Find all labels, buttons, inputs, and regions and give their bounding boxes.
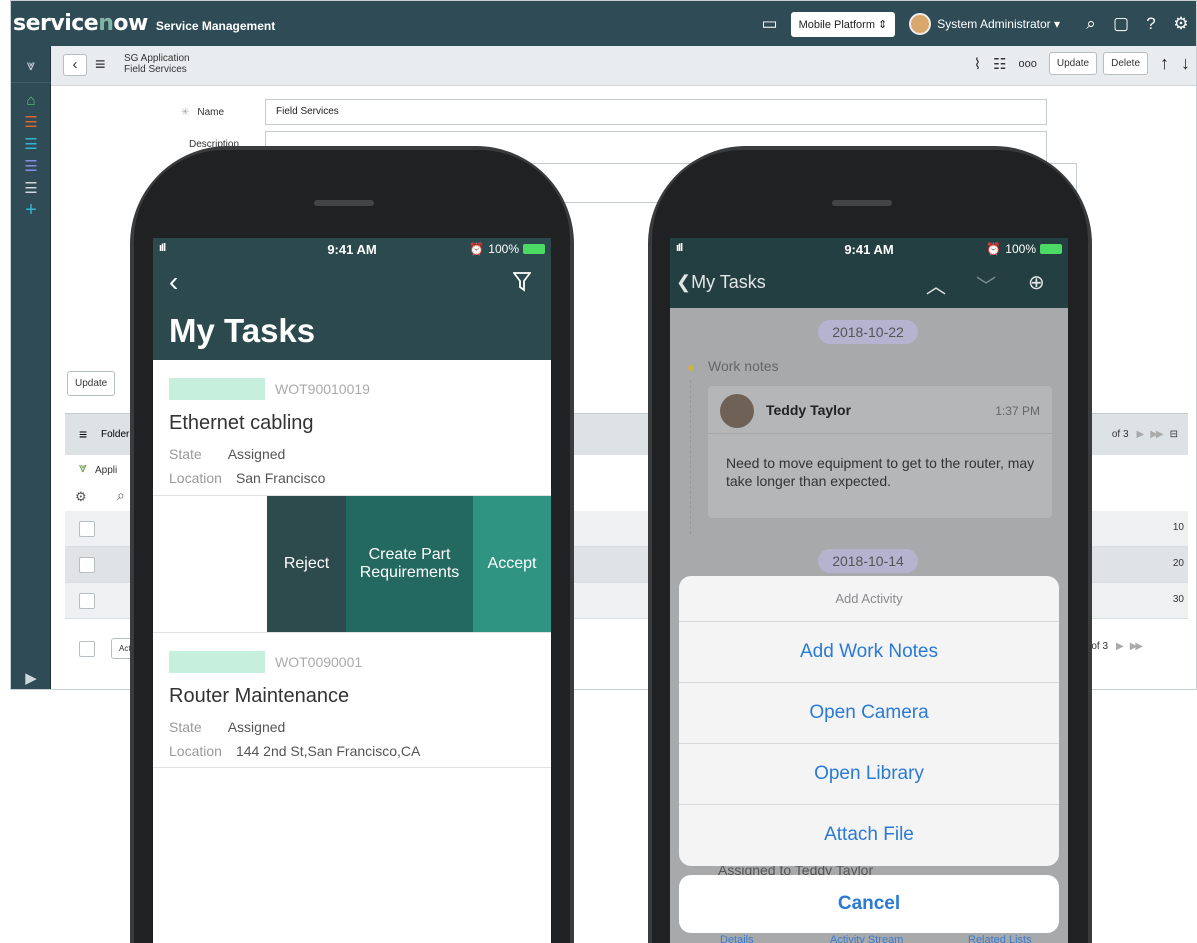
filter-nav-icon[interactable]: ⩔ [11,54,51,76]
form-header: ‹ ≡ SG Application Field Services ⌇ ☷ oo… [51,46,1196,86]
window-icon[interactable]: ▭ [755,9,785,39]
update-button[interactable]: Update [1048,52,1098,75]
list-filter-icon[interactable]: ⩔ [79,459,87,476]
previous-icon[interactable]: ︿ [926,270,946,299]
battery-icon [1040,244,1062,254]
select-all-checkbox[interactable] [79,641,95,657]
left-nav: ⩔ ⌂ ☰ ☰ ☰ ☰ + ▶ [11,46,51,689]
list-pager[interactable]: of 3 ▶ ▶▶ ⊟ [1112,429,1178,440]
open-camera-option[interactable]: Open Camera [679,683,1059,744]
battery-indicator: ⏰ 100% [986,242,1062,256]
name-label: ✳ Name [181,107,225,118]
list-search-icon[interactable]: ⌕ [117,487,125,504]
servicenow-logo[interactable]: servicenow [13,11,148,36]
modules-list-icon[interactable]: ☰ [11,177,51,199]
back-icon[interactable]: ‹ [169,266,178,298]
row-checkbox[interactable] [79,521,95,537]
search-icon[interactable]: ⌕ [1076,9,1106,39]
phone2-screen: ıIl 9:41 AM ⏰ 100% ❮My Tasks ︿ ﹀ ⊕ 2018-… [670,238,1068,943]
task-card[interactable]: WOT90010019 Ethernet cabling State Assign… [153,360,551,496]
more-icon[interactable]: ooo [1018,58,1036,70]
history-list-icon[interactable]: ☰ [11,133,51,155]
bottom-update-button[interactable]: Update [67,371,116,396]
priority-badge [169,378,265,400]
back-link[interactable]: ❮My Tasks [676,272,766,293]
add-work-notes-option[interactable]: Add Work Notes [679,622,1059,683]
author-avatar [720,394,754,428]
speaker [832,200,892,206]
filter-breadcrumb[interactable]: Appli [95,465,117,476]
task-card[interactable]: WOT0090001 Router Maintenance State Assig… [153,632,551,768]
phone-right: ıIl 9:41 AM ⏰ 100% ❮My Tasks ︿ ﹀ ⊕ 2018-… [648,146,1092,943]
tab-related-lists[interactable]: Related Lists [968,934,1032,943]
cancel-button[interactable]: Cancel [679,875,1059,933]
attachment-icon[interactable]: ⌇ [974,55,981,73]
row-checkbox[interactable] [79,557,95,573]
row-checkbox[interactable] [79,593,95,609]
name-field[interactable]: Field Services [265,99,1047,125]
swipe-actions: Reject Create Part Requirements Accept [153,496,551,632]
timeline-line [690,380,691,534]
phone1-screen: ıIl 9:41 AM ⏰ 100% ‹ My Tasks WOT9001001… [153,238,551,943]
list-gear-icon[interactable]: ⚙ [75,489,87,505]
battery-indicator: ⏰ 100% [469,242,545,256]
list-icon[interactable]: ☰ [11,155,51,177]
open-library-option[interactable]: Open Library [679,744,1059,805]
reject-button[interactable]: Reject [267,496,346,632]
date-separator: 2018-10-22 [818,320,918,344]
work-note-card: Teddy Taylor 1:37 PM Need to move equipm… [708,386,1052,518]
priority-badge [169,651,265,673]
tab-activity-stream[interactable]: Activity Stream [830,934,903,943]
up-arrow-icon[interactable]: ↑ [1160,53,1169,74]
add-circle-icon[interactable]: ⊕ [1028,270,1045,295]
status-bar: ıIl 9:41 AM ⏰ 100% [670,238,1068,260]
date-separator: 2018-10-14 [818,549,918,573]
page-title: My Tasks [169,312,316,349]
play-icon[interactable]: ▶ [11,667,51,689]
list-title: Folder [101,429,130,440]
home-icon[interactable]: ⌂ [11,89,51,111]
perspective-select[interactable]: Mobile Platform ⇕ [790,11,896,37]
speaker [314,200,374,206]
action-sheet: Add Activity Add Work Notes Open Camera … [679,576,1059,866]
chat-icon[interactable]: ▢ [1106,9,1136,39]
attach-file-option[interactable]: Attach File [679,805,1059,866]
phone-left: ıIl 9:41 AM ⏰ 100% ‹ My Tasks WOT9001001… [130,146,574,943]
menu-icon[interactable]: ≡ [95,54,106,75]
delete-button[interactable]: Delete [1103,52,1148,75]
task-detail-header: ıIl 9:41 AM ⏰ 100% ❮My Tasks ︿ ﹀ ⊕ [670,238,1068,308]
bottom-tabs: Details Activity Stream Related Lists [670,934,1068,943]
user-avatar[interactable] [909,13,932,35]
work-notes-label: Work notes [708,358,779,374]
form-title: SG Application Field Services [124,53,190,75]
status-bar: ıIl 9:41 AM ⏰ 100% [153,238,551,260]
down-arrow-icon[interactable]: ↓ [1181,53,1190,74]
list-menu-icon[interactable]: ≡ [79,426,87,442]
sheet-title: Add Activity [679,576,1059,622]
battery-icon [523,244,545,254]
gear-icon[interactable]: ⚙ [1166,9,1196,39]
create-part-button[interactable]: Create Part Requirements [346,496,473,632]
favorites-list-icon[interactable]: ☰ [11,111,51,133]
settings-sliders-icon[interactable]: ☷ [993,55,1006,73]
tab-details[interactable]: Details [720,934,754,943]
add-icon[interactable]: + [11,199,51,221]
user-menu[interactable]: System Administrator ▾ [937,17,1060,31]
mytasks-header: ıIl 9:41 AM ⏰ 100% ‹ My Tasks [153,238,551,360]
back-button[interactable]: ‹ [63,54,87,76]
top-banner: servicenow Service Management ▭ Mobile P… [11,1,1196,46]
accept-button[interactable]: Accept [473,496,551,632]
help-icon[interactable]: ? [1136,9,1166,39]
next-icon[interactable]: ﹀ [976,270,996,299]
timeline-dot [688,365,694,371]
filter-icon[interactable] [512,272,532,297]
app-name: Service Management [155,18,276,33]
